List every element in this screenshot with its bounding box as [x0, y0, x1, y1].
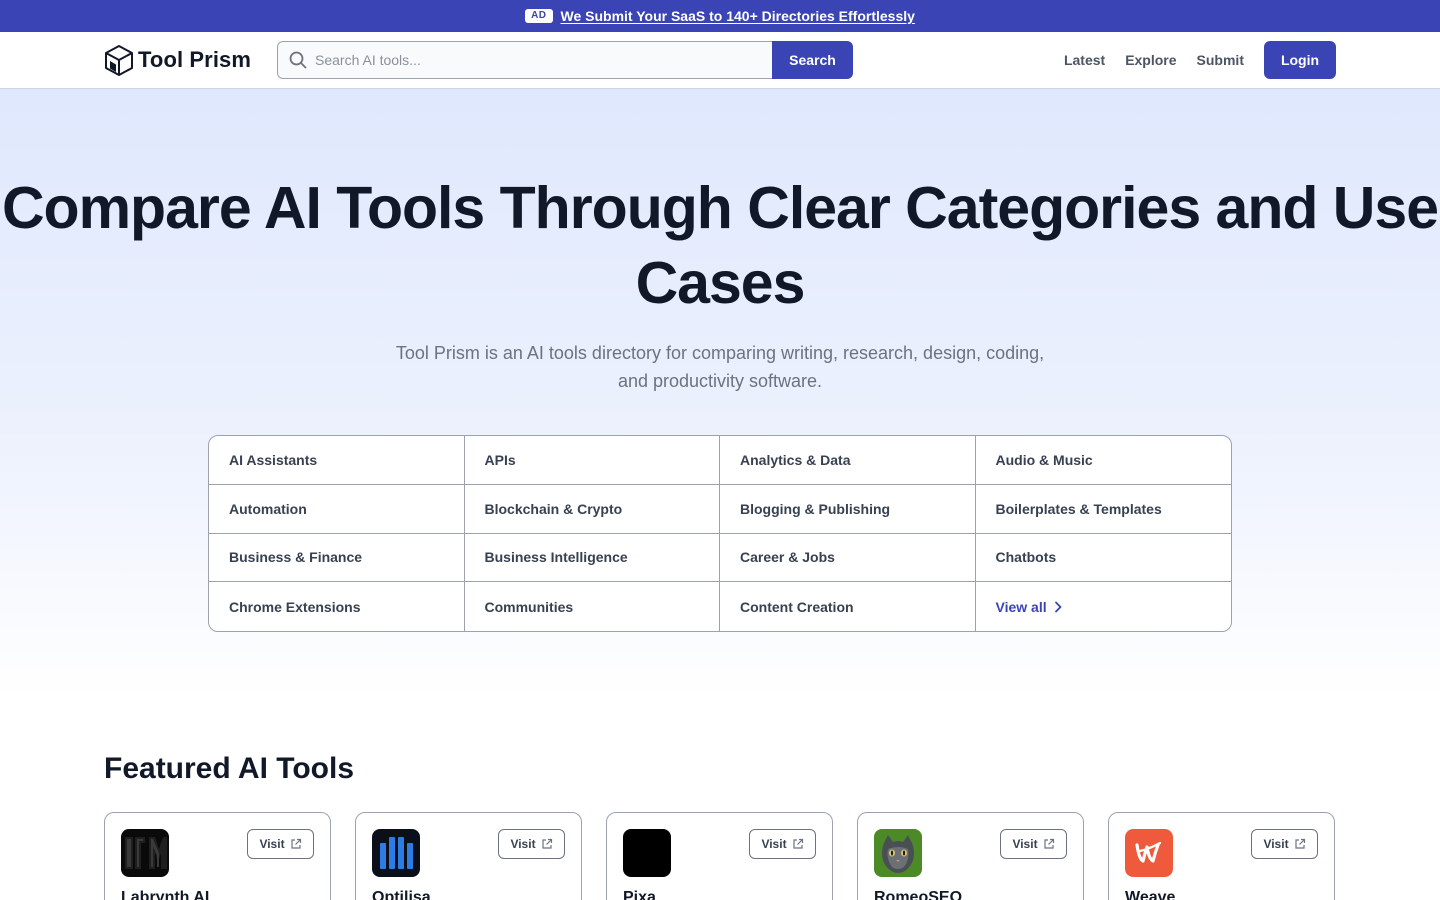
- external-link-icon: [541, 838, 552, 849]
- tool-name: Optilisa: [372, 889, 431, 900]
- tool-card[interactable]: Visit Weave: [1108, 812, 1335, 900]
- featured-title: Featured AI Tools: [104, 752, 355, 785]
- search-input[interactable]: [315, 52, 755, 68]
- logo-text: Tool Prism: [138, 47, 252, 72]
- ad-banner: AD We Submit Your SaaS to 140+ Directori…: [0, 0, 1440, 32]
- search-button[interactable]: Search: [772, 41, 853, 79]
- chevron-right-icon: [1054, 601, 1062, 613]
- category-boilerplates-templates[interactable]: Boilerplates & Templates: [975, 485, 1231, 534]
- visit-button[interactable]: Visit: [1000, 829, 1067, 859]
- category-apis[interactable]: APIs: [464, 436, 720, 485]
- labrynth-logo-icon: [121, 829, 169, 877]
- hero-subtitle: Tool Prism is an AI tools directory for …: [395, 343, 1045, 391]
- nav-latest[interactable]: Latest: [1064, 52, 1105, 68]
- featured-cards: Visit Labrynth AI Visit Optilisa Visit P…: [104, 812, 1336, 900]
- category-business-intelligence[interactable]: Business Intelligence: [464, 533, 720, 583]
- tool-name: RomeoSEO: [874, 889, 963, 900]
- visit-button[interactable]: Visit: [247, 829, 314, 859]
- visit-label: Visit: [761, 837, 787, 851]
- view-all-label: View all: [995, 598, 1047, 615]
- category-business-finance[interactable]: Business & Finance: [209, 533, 465, 583]
- visit-button[interactable]: Visit: [749, 829, 816, 859]
- external-link-icon: [792, 838, 803, 849]
- tool-name: Weave: [1125, 889, 1176, 900]
- weave-logo-icon: [1125, 829, 1173, 877]
- visit-label: Visit: [510, 837, 536, 851]
- category-communities[interactable]: Communities: [465, 582, 720, 631]
- visit-label: Visit: [1012, 837, 1038, 851]
- main-nav: Latest Explore Submit Login: [1064, 41, 1336, 79]
- romeoseo-logo-icon: [874, 829, 922, 877]
- hero-title: Compare AI Tools Through Clear Categorie…: [1, 175, 1439, 316]
- category-analytics-data[interactable]: Analytics & Data: [720, 436, 976, 485]
- nav-submit[interactable]: Submit: [1197, 52, 1244, 68]
- category-chrome-extensions[interactable]: Chrome Extensions: [209, 582, 465, 631]
- search-icon: [289, 51, 307, 69]
- nav-explore[interactable]: Explore: [1125, 52, 1176, 68]
- hero-section: Compare AI Tools Through Clear Categorie…: [0, 89, 1440, 700]
- tool-name: Pixa: [623, 889, 656, 900]
- category-audio-music[interactable]: Audio & Music: [975, 436, 1231, 485]
- visit-button[interactable]: Visit: [498, 829, 565, 859]
- category-career-jobs[interactable]: Career & Jobs: [720, 533, 976, 583]
- visit-label: Visit: [259, 837, 285, 851]
- ad-link[interactable]: We Submit Your SaaS to 140+ Directories …: [561, 8, 915, 24]
- category-content-creation[interactable]: Content Creation: [720, 582, 976, 631]
- site-header: Tool Prism Search Latest Explore Submit …: [0, 32, 1440, 89]
- pixa-logo-icon: [623, 829, 671, 877]
- category-ai-assistants[interactable]: AI Assistants: [209, 436, 465, 485]
- view-all-link[interactable]: View all: [976, 582, 1232, 631]
- ad-badge: AD: [525, 9, 553, 23]
- search-bar: Search: [277, 41, 853, 79]
- category-grid: AI Assistants APIs Analytics & Data Audi…: [208, 435, 1232, 632]
- category-automation[interactable]: Automation: [209, 484, 465, 534]
- visit-label: Visit: [1263, 837, 1289, 851]
- tool-card[interactable]: Visit RomeoSEO: [857, 812, 1084, 900]
- search-box[interactable]: [277, 41, 772, 79]
- category-blockchain-crypto[interactable]: Blockchain & Crypto: [464, 484, 720, 534]
- external-link-icon: [1294, 838, 1305, 849]
- tool-name: Labrynth AI: [121, 889, 210, 900]
- tool-card[interactable]: Visit Pixa: [606, 812, 833, 900]
- optilisa-logo-icon: [372, 829, 420, 877]
- category-blogging-publishing[interactable]: Blogging & Publishing: [720, 484, 976, 534]
- external-link-icon: [1043, 838, 1054, 849]
- cube-logo-icon: [105, 45, 133, 76]
- login-button[interactable]: Login: [1264, 41, 1336, 79]
- site-logo[interactable]: Tool Prism: [104, 44, 251, 76]
- visit-button[interactable]: Visit: [1251, 829, 1318, 859]
- external-link-icon: [290, 838, 301, 849]
- category-chatbots[interactable]: Chatbots: [975, 534, 1231, 583]
- tool-card[interactable]: Visit Optilisa: [355, 812, 582, 900]
- tool-card[interactable]: Visit Labrynth AI: [104, 812, 331, 900]
